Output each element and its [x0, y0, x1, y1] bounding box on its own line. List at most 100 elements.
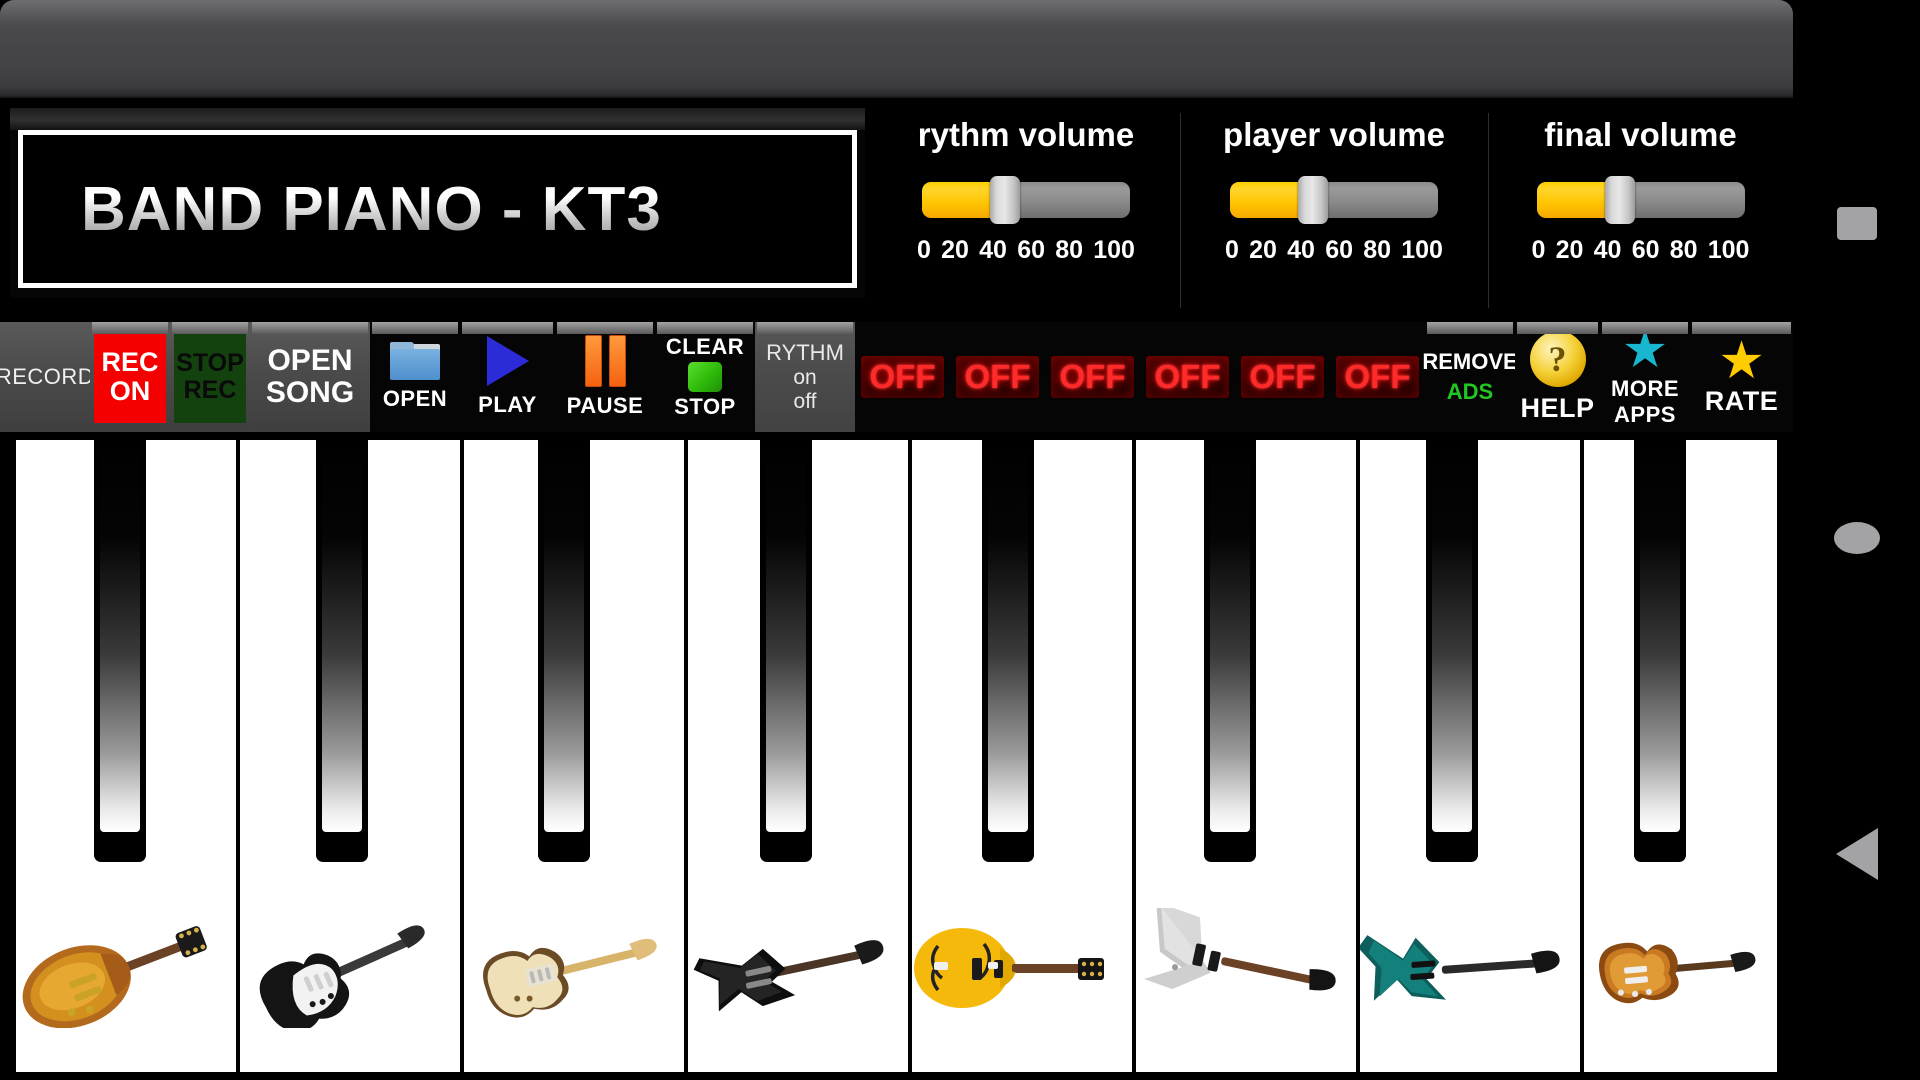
title-top-strip	[10, 108, 865, 130]
folder-icon	[390, 342, 440, 380]
back-triangle-icon[interactable]	[1835, 828, 1878, 880]
volume-ticks-rythm: 0 20 40 60 80 100	[917, 236, 1135, 265]
black-key-3[interactable]	[538, 432, 590, 862]
tick-20: 20	[1555, 236, 1584, 264]
black-key-face	[988, 437, 1028, 832]
slider-thumb[interactable]	[990, 176, 1021, 224]
help-label: HELP	[1520, 392, 1595, 423]
rate-label: RATE	[1704, 386, 1779, 417]
android-nav-bar	[1793, 0, 1920, 1080]
button-cap	[462, 322, 553, 334]
black-key-8[interactable]	[1634, 432, 1686, 862]
black-key-7[interactable]	[1426, 432, 1478, 862]
more-label: MORE	[1611, 375, 1679, 401]
ads-label: ADS	[1446, 379, 1494, 404]
rec-on-button[interactable]: REC ON	[90, 322, 170, 432]
channel-1-toggle[interactable]: OFF	[855, 322, 950, 432]
help-button[interactable]: ? HELP	[1515, 322, 1600, 432]
channel-6-state: OFF	[1335, 356, 1420, 398]
player-volume-slider[interactable]	[1230, 176, 1438, 224]
guitar-image-yellow-hollowbody	[914, 928, 1104, 1008]
volume-panel-player: player volume 0 20 40 60 80 100	[1180, 108, 1488, 313]
button-cap	[252, 322, 368, 334]
volume-panel-final: final volume 0 20 40 60 80 100	[1488, 108, 1793, 313]
black-key-6[interactable]	[1204, 432, 1256, 862]
button-cap	[1427, 322, 1513, 334]
volume-ticks-final: 0 20 40 60 80 100	[1532, 236, 1750, 265]
rythm-off-label[interactable]: off	[794, 390, 817, 414]
more-apps-button[interactable]: ★ MORE APPS	[1600, 322, 1690, 432]
volume-panel-rythm: rythm volume 0 20 40 60 80 100	[872, 108, 1180, 313]
clear-stop-button[interactable]: CLEAR STOP	[655, 322, 755, 432]
channel-5-state: OFF	[1240, 356, 1325, 398]
remove-label: REMOVE	[1422, 349, 1518, 374]
rythm-toggle-button[interactable]: RYTHM on off	[755, 322, 855, 432]
black-key-4[interactable]	[760, 432, 812, 862]
black-key-2[interactable]	[316, 432, 368, 862]
rate-button[interactable]: ★ RATE	[1690, 322, 1793, 432]
record-label: RECORD	[0, 364, 95, 389]
stop-rec-line1: STOP	[176, 349, 244, 377]
channel-2-toggle[interactable]: OFF	[950, 322, 1045, 432]
slider-track	[1230, 182, 1438, 218]
open-button[interactable]: OPEN	[370, 322, 460, 432]
guitar-image-sunburst-les-paul	[22, 926, 207, 1028]
rec-on-line1: REC	[101, 346, 159, 377]
channel-4-toggle[interactable]: OFF	[1140, 322, 1235, 432]
star-icon: ★	[1718, 331, 1765, 390]
volume-ticks-player: 0 20 40 60 80 100	[1225, 236, 1443, 265]
black-key-face	[322, 437, 362, 832]
open-song-button[interactable]: OPEN SONG	[250, 322, 370, 432]
record-label-cell: RECORD	[0, 322, 94, 432]
apps-label: APPS	[1614, 401, 1676, 427]
tick-40: 40	[979, 236, 1007, 264]
black-key-face	[544, 437, 584, 832]
recents-square-icon[interactable]	[1836, 207, 1877, 240]
channel-5-toggle[interactable]: OFF	[1235, 322, 1330, 432]
slider-thumb[interactable]	[1298, 176, 1329, 224]
page-title: BAND PIANO - KT3	[23, 174, 662, 245]
guitar-image-sunburst-mustang	[1599, 942, 1756, 1004]
play-icon	[486, 336, 529, 386]
channel-3-state: OFF	[1050, 356, 1135, 398]
tick-40: 40	[1287, 236, 1315, 264]
channel-1-state: OFF	[860, 356, 945, 398]
tick-0: 0	[917, 236, 931, 264]
stop-rec-indicator: STOP REC	[174, 331, 246, 423]
rythm-volume-slider[interactable]	[922, 176, 1130, 224]
button-cap	[1692, 322, 1791, 334]
guitar-image-black-stratocaster	[259, 925, 425, 1028]
play-button[interactable]: PLAY	[460, 322, 555, 432]
header-row: BAND PIANO - KT3 rythm volume 0 20 40 60…	[0, 98, 1793, 322]
slider-track	[1536, 182, 1745, 218]
tick-80: 80	[1363, 236, 1392, 264]
stop-label: STOP	[674, 394, 736, 419]
final-volume-slider[interactable]	[1536, 176, 1745, 224]
channel-3-toggle[interactable]: OFF	[1045, 322, 1140, 432]
tick-60: 60	[1325, 236, 1353, 264]
channel-6-toggle[interactable]: OFF	[1330, 322, 1425, 432]
folder-body	[390, 349, 440, 380]
stop-square-icon	[688, 362, 722, 392]
guitar-image-black-explorer	[693, 940, 884, 1012]
black-key-5[interactable]	[982, 432, 1034, 862]
pause-icon	[584, 335, 626, 387]
pause-button[interactable]: PAUSE	[555, 322, 655, 432]
black-key-face	[1210, 437, 1250, 832]
remove-ads-button[interactable]: REMOVE ADS	[1422, 322, 1518, 432]
rythm-on-label[interactable]: on	[793, 366, 816, 390]
guitar-image-teal-warlock	[1360, 935, 1560, 1001]
open-song-line2: SONG	[265, 376, 355, 409]
button-cap	[372, 322, 458, 334]
stop-rec-button[interactable]: STOP REC	[170, 322, 250, 432]
guitar-image-silver-flying-v	[1143, 908, 1336, 991]
rec-on-indicator: REC ON	[94, 331, 166, 423]
channel-4-state: OFF	[1145, 356, 1230, 398]
tick-20: 20	[1249, 236, 1277, 264]
channel-2-state: OFF	[955, 356, 1040, 398]
slider-thumb[interactable]	[1604, 176, 1635, 224]
black-key-1[interactable]	[94, 432, 146, 862]
tick-100: 100	[1707, 236, 1750, 264]
button-cap	[172, 322, 248, 334]
home-circle-icon[interactable]	[1833, 522, 1880, 554]
